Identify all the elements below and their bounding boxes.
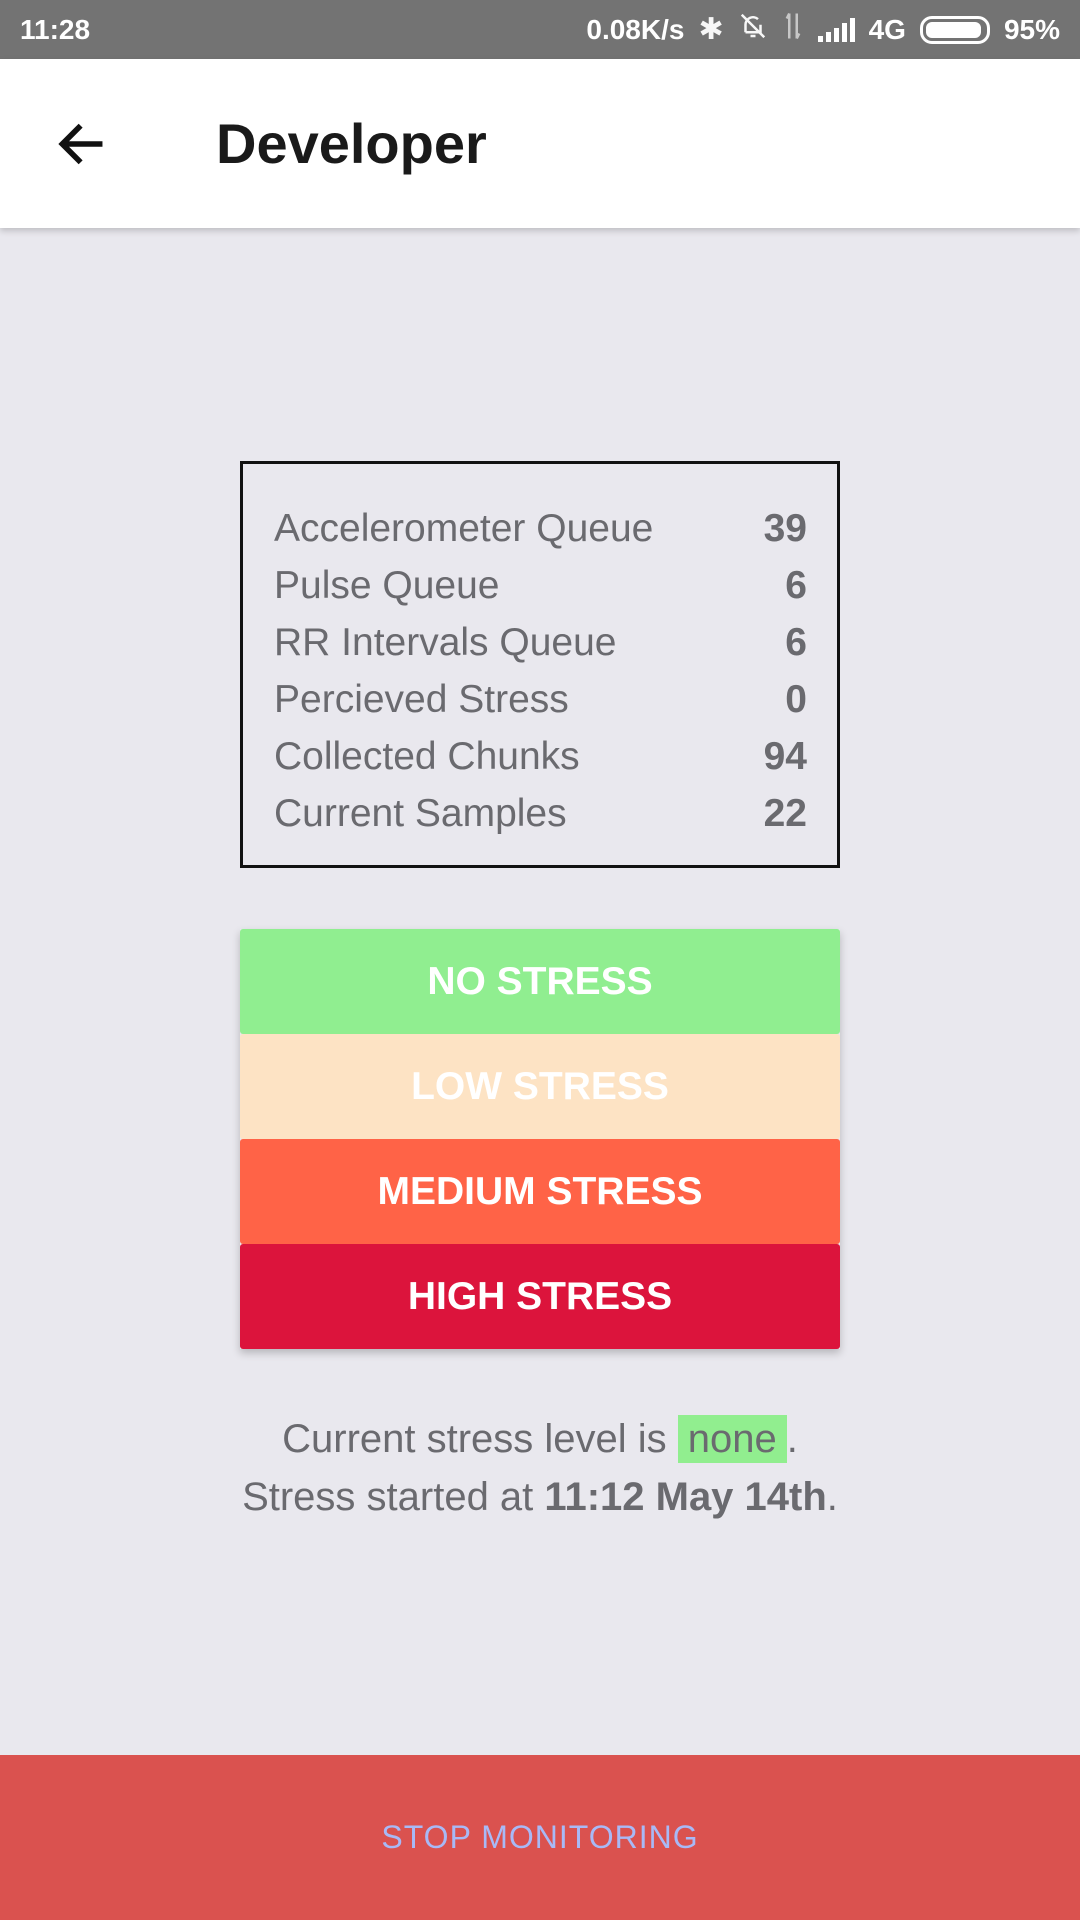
bell-off-icon bbox=[738, 11, 768, 49]
status-icons: 0.08K/s ✱ 4G 95% bbox=[586, 11, 1060, 49]
stress-level-line: Current stress level is none. bbox=[0, 1410, 1080, 1468]
signal-icon bbox=[817, 17, 855, 42]
stat-label: RR Intervals Queue bbox=[274, 620, 617, 664]
back-button[interactable] bbox=[0, 59, 170, 228]
stat-label: Accelerometer Queue bbox=[274, 506, 654, 550]
arrow-back-icon bbox=[58, 123, 103, 164]
data-arrows-icon bbox=[782, 11, 804, 49]
stat-label: Percieved Stress bbox=[274, 677, 569, 721]
stat-label: Pulse Queue bbox=[274, 563, 500, 607]
low-stress-button[interactable]: LOW STRESS bbox=[240, 1034, 840, 1139]
battery-icon bbox=[919, 15, 990, 44]
network-type: 4G bbox=[868, 13, 906, 45]
stress-started-time: 11:12 May 14th bbox=[544, 1475, 827, 1519]
stat-value: 39 bbox=[763, 506, 807, 550]
clock: 11:28 bbox=[20, 13, 91, 45]
stat-row: Current Samples 22 bbox=[274, 785, 807, 842]
stat-row: RR Intervals Queue 6 bbox=[274, 614, 807, 671]
stress-started-line: Stress started at 11:12 May 14th. bbox=[0, 1468, 1080, 1526]
page-title: Developer bbox=[216, 112, 487, 175]
stat-value: 22 bbox=[763, 791, 807, 835]
stress-level-buttons: NO STRESS LOW STRESS MEDIUM STRESS HIGH … bbox=[240, 929, 840, 1349]
stress-level-badge: none bbox=[677, 1415, 787, 1463]
started-prefix: Stress started at bbox=[242, 1475, 545, 1519]
stat-value: 0 bbox=[785, 677, 807, 721]
stats-panel: Accelerometer Queue 39 Pulse Queue 6 RR … bbox=[240, 461, 840, 868]
app-bar: Developer bbox=[0, 59, 1080, 228]
started-suffix: . bbox=[826, 1475, 838, 1519]
stat-value: 94 bbox=[763, 734, 807, 778]
stat-row: Pulse Queue 6 bbox=[274, 557, 807, 614]
level-suffix: . bbox=[786, 1417, 798, 1461]
stat-row: Percieved Stress 0 bbox=[274, 671, 807, 728]
bluetooth-icon: ✱ bbox=[698, 13, 724, 46]
stat-label: Current Samples bbox=[274, 791, 567, 835]
stat-row: Collected Chunks 94 bbox=[274, 728, 807, 785]
medium-stress-button[interactable]: MEDIUM STRESS bbox=[240, 1139, 840, 1244]
high-stress-button[interactable]: HIGH STRESS bbox=[240, 1244, 840, 1349]
level-prefix: Current stress level is bbox=[282, 1417, 678, 1461]
stat-value: 6 bbox=[785, 620, 807, 664]
no-stress-button[interactable]: NO STRESS bbox=[240, 929, 840, 1034]
status-bar: 11:28 0.08K/s ✱ 4G 95% bbox=[0, 0, 1080, 59]
stat-value: 6 bbox=[785, 563, 807, 607]
battery-percent: 95% bbox=[1003, 13, 1060, 45]
net-speed: 0.08K/s bbox=[586, 13, 685, 45]
stress-status: Current stress level is none. Stress sta… bbox=[0, 1410, 1080, 1526]
stat-row: Accelerometer Queue 39 bbox=[274, 500, 807, 557]
stat-label: Collected Chunks bbox=[274, 734, 580, 778]
stop-monitoring-button[interactable]: STOP MONITORING bbox=[0, 1755, 1080, 1920]
